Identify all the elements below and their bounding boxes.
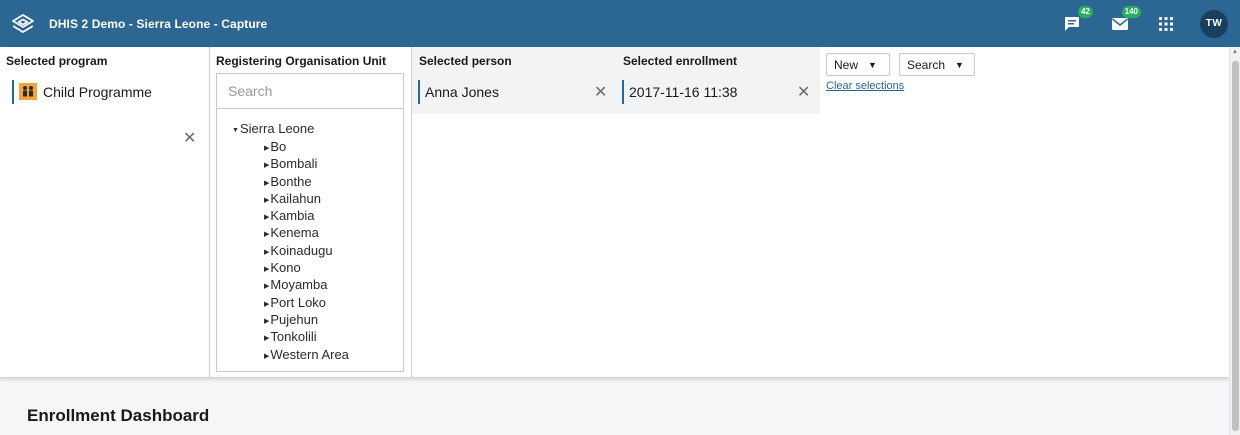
caret-right-icon[interactable]: ▶ [264,180,269,187]
selection-indicator [12,79,14,104]
selected-enrollment-label: 2017-11-16 11:38 [629,83,738,100]
mail-badge: 140 [1121,5,1141,18]
app-title: DHIS 2 Demo - Sierra Leone - Capture [49,16,268,31]
program-column: Selected program Child Programme ✕ [0,47,209,378]
user-avatar[interactable]: TW [1200,9,1228,38]
messages-icon[interactable]: 42 [1060,5,1093,36]
caret-right-icon[interactable]: ▶ [264,318,269,325]
org-unit-search [217,74,403,109]
caret-right-icon[interactable]: ▶ [264,162,269,169]
tree-item[interactable]: ▶Pujehun [264,311,349,328]
tree-item[interactable]: ▶Kono [264,259,349,276]
caret-right-icon[interactable]: ▶ [264,301,269,308]
selected-enrollment[interactable]: 2017-11-16 11:38 [622,72,817,111]
chevron-down-icon: ▼ [955,59,964,70]
new-dropdown-button[interactable]: New ▼ [826,53,890,76]
clear-program-close-icon[interactable]: ✕ [183,128,196,148]
selection-indicator [622,79,624,104]
selected-program-label: Child Programme [43,83,152,100]
selected-program[interactable]: Child Programme [12,72,202,111]
selected-person-label: Anna Jones [425,83,499,100]
tree-item[interactable]: ▶Bo [264,138,349,155]
clear-selections-link[interactable]: Clear selections [826,80,904,92]
search-button-label: Search [907,57,946,72]
mail-icon[interactable]: 140 [1108,5,1141,36]
scroll-up-icon[interactable]: ▲ [1232,49,1238,55]
tree-item[interactable]: ▶Bombali [264,155,349,172]
caret-right-icon[interactable]: ▶ [264,197,269,204]
app-header: DHIS 2 Demo - Sierra Leone - Capture 42 … [0,0,1240,47]
person-column-title: Selected person [419,54,512,68]
dhis2-logo-icon[interactable] [8,9,38,39]
selection-panel: Selected program Child Programme ✕ Regis… [0,47,1229,378]
tree-item[interactable]: ▶Bonthe [264,173,349,190]
scrollbar-thumb[interactable] [1232,61,1239,431]
search-dropdown-button[interactable]: Search ▼ [899,53,975,76]
caret-down-icon[interactable]: ▼ [232,127,239,134]
selection-indicator [418,79,420,104]
tree-item[interactable]: ▶Moyamba [264,276,349,293]
chevron-down-icon: ▼ [868,59,877,70]
children-icon [19,83,37,100]
tree-item[interactable]: ▶Tonkolili [264,328,349,345]
page-scrollbar[interactable]: ▲ [1229,47,1240,435]
apps-grid-icon[interactable] [1154,12,1178,36]
org-unit-column-title: Registering Organisation Unit [216,54,387,68]
caret-right-icon[interactable]: ▶ [264,335,269,342]
org-unit-search-input[interactable] [228,83,388,99]
caret-right-icon[interactable]: ▶ [264,283,269,290]
caret-right-icon[interactable]: ▶ [264,249,269,256]
caret-right-icon[interactable]: ▶ [264,353,269,360]
messages-badge: 42 [1078,5,1093,18]
tree-item[interactable]: ▶Port Loko [264,294,349,311]
org-unit-children: ▶Bo ▶Bombali ▶Bonthe ▶Kailahun ▶Kambia ▶… [264,138,349,363]
tree-item[interactable]: ▶Kambia [264,207,349,224]
selected-person[interactable]: Anna Jones [418,72,613,111]
tree-root-label: Sierra Leone [239,121,315,136]
clear-enrollment-close-icon[interactable]: ✕ [797,82,810,102]
org-unit-tree: ▼Sierra Leone ▶Bo ▶Bombali ▶Bonthe ▶Kail… [216,73,404,372]
caret-right-icon[interactable]: ▶ [264,145,269,152]
tree-root-sierra-leone[interactable]: ▼Sierra Leone [232,121,314,136]
clear-person-close-icon[interactable]: ✕ [594,82,607,102]
new-button-label: New [834,57,859,72]
caret-right-icon[interactable]: ▶ [264,231,269,238]
tree-item[interactable]: ▶Western Area [264,346,349,363]
program-column-title: Selected program [6,54,108,68]
caret-right-icon[interactable]: ▶ [264,214,269,221]
tree-item[interactable]: ▶Kailahun [264,190,349,207]
tree-item[interactable]: ▶Kenema [264,224,349,241]
enrollment-column-title: Selected enrollment [623,54,738,68]
page-title: Enrollment Dashboard [27,406,210,425]
tree-item[interactable]: ▶Koinadugu [264,242,349,259]
caret-right-icon[interactable]: ▶ [264,266,269,273]
